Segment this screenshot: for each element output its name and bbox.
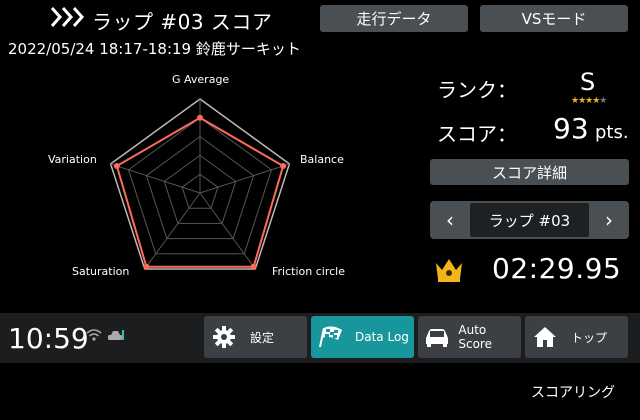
triple-chevron-icon <box>50 4 86 34</box>
checkered-flag-icon <box>311 325 351 349</box>
radar-point-g-average <box>197 114 203 121</box>
score-unit: pts. <box>595 122 629 143</box>
lap-prev-button[interactable]: ‹ <box>430 201 470 239</box>
nav-auto-score-button[interactable]: Auto Score <box>418 316 521 358</box>
score-value: 93 <box>553 112 589 145</box>
radar-label-g-average: G Average <box>172 73 230 86</box>
nav-data-log-label: Data Log <box>355 330 409 344</box>
car-signal-icon <box>108 330 124 340</box>
radar-point-friction-circle <box>250 263 257 270</box>
status-icons <box>86 328 126 342</box>
radar-point-variation <box>113 162 120 169</box>
nav-top-button[interactable]: トップ <box>525 316 628 358</box>
home-icon <box>525 326 565 348</box>
radar-axis-line <box>199 192 256 270</box>
radar-label-variation: Variation <box>48 153 97 166</box>
radar-point-saturation <box>143 263 150 270</box>
clock: 10:59 <box>8 322 89 355</box>
session-info: 2022/05/24 18:17-18:19 鈴鹿サーキット <box>8 40 301 58</box>
nav-data-log-button[interactable]: Data Log <box>311 316 414 358</box>
lap-selector: ‹ ラップ #03 › <box>430 201 629 239</box>
best-lap-time: 02:29.95 <box>492 252 622 285</box>
tab-running-data[interactable]: 走行データ <box>320 5 468 32</box>
wifi-icon <box>86 329 102 341</box>
radar-label-saturation: Saturation <box>72 265 130 278</box>
nav-auto-score-label: Auto Score <box>458 323 492 351</box>
lap-label: ラップ #03 <box>470 203 589 237</box>
footer-label: スコアリング <box>531 385 615 401</box>
gear-icon <box>204 325 244 349</box>
score-detail-button[interactable]: スコア詳細 <box>430 159 629 185</box>
nav-top-label: トップ <box>571 330 608 345</box>
radar-point-balance <box>280 162 287 169</box>
score-label: スコア： <box>437 122 517 146</box>
crown-icon <box>434 257 464 287</box>
rank-stars-icon: ★★★★★ <box>571 96 607 106</box>
nav-settings-label: 設定 <box>250 330 275 345</box>
radar-label-friction-circle: Friction circle <box>272 265 345 278</box>
radar-label-balance: Balance <box>300 153 344 166</box>
car-icon <box>418 327 456 347</box>
lap-next-button[interactable]: › <box>589 201 629 239</box>
rank-label: ランク： <box>437 78 517 102</box>
nav-settings-button[interactable]: 設定 <box>204 316 307 358</box>
tab-vs-mode[interactable]: VSモード <box>480 5 628 32</box>
page-title: ラップ #03 スコア <box>92 10 273 34</box>
rank-value: S <box>580 68 596 96</box>
radar-axis-line <box>144 192 201 270</box>
